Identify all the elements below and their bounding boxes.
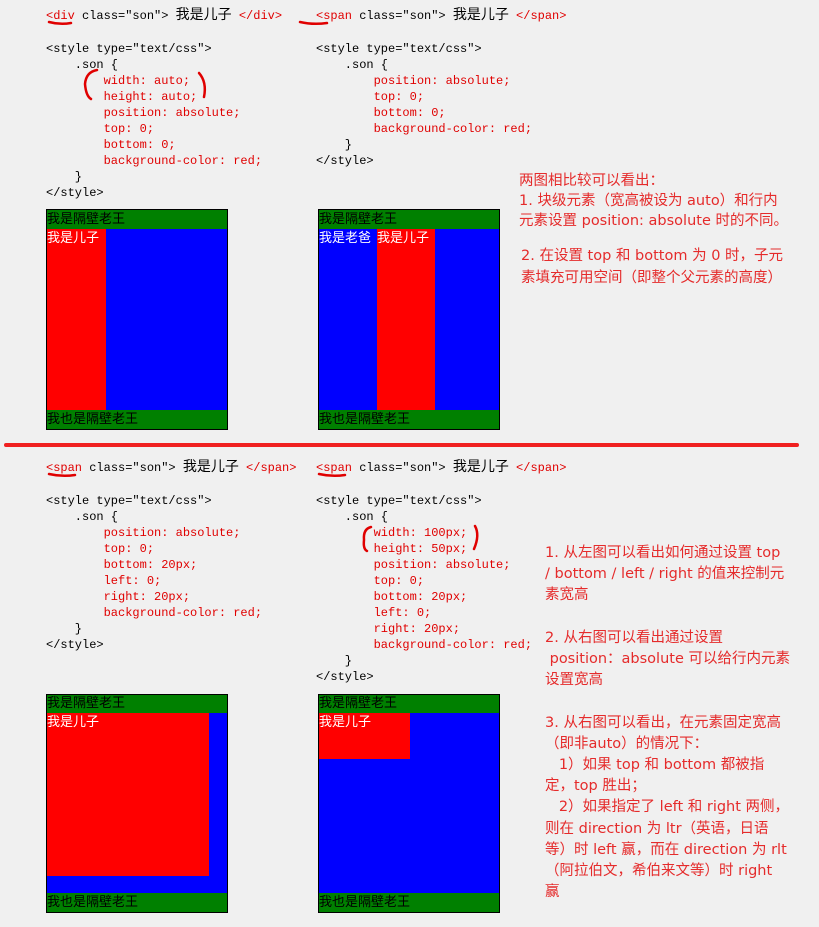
code-block-bottom-right: <span class="son"> 我是儿子 </span> <style ty… — [316, 457, 566, 685]
code-line: <style type="text/css"> — [316, 494, 482, 508]
demo-son: 我是儿子 — [47, 229, 106, 410]
code-block-top-left: <div class="son"> 我是儿子 </div> <style type… — [46, 5, 282, 201]
code-tag: <span — [46, 461, 83, 475]
code-line: width: auto; — [46, 74, 191, 88]
demo-header: 我是隔壁老王 — [47, 695, 227, 713]
note-bottom: 1. 从左图可以看出如何通过设置 top / bottom / left / r… — [545, 545, 790, 901]
note-top-1: 两图相比较可以看出： 1. 块级元素（宽高被设为 auto）和行内 元素设置 p… — [519, 173, 788, 229]
demo-top-right: 我是隔壁老王 我是老爸 我是儿子 我也是隔壁老王 — [318, 209, 500, 430]
code-close-tag: </span> — [508, 461, 567, 475]
code-line: background-color: red; — [46, 606, 263, 620]
code-line: top: 0; — [316, 574, 425, 588]
code-line: position: absolute; — [46, 526, 241, 540]
demo-footer: 我也是隔壁老王 — [47, 893, 227, 912]
demo-header: 我是隔壁老王 — [319, 210, 499, 229]
code-line: position: absolute; — [316, 558, 511, 572]
code-line: height: 50px; — [316, 542, 468, 556]
code-line: top: 0; — [46, 542, 155, 556]
demo-bottom-left: 我是隔壁老王 我是儿子 我也是隔壁老王 — [46, 694, 228, 913]
separator-line — [4, 443, 799, 447]
code-line: right: 20px; — [316, 622, 461, 636]
code-line: <span class="son"> 我是儿子 </span> — [316, 457, 566, 481]
demo-top-left: 我是隔壁老王 我是儿子 我也是隔壁老王 — [46, 209, 228, 430]
code-close-tag: </span> — [238, 461, 297, 475]
code-line: position: absolute; — [316, 74, 511, 88]
code-tag: <span — [316, 9, 353, 23]
demo-footer: 我也是隔壁老王 — [319, 893, 499, 912]
demo-footer: 我也是隔壁老王 — [47, 410, 227, 429]
code-content: 我是儿子 — [175, 7, 232, 23]
code-attr: class="son"> — [82, 461, 183, 475]
code-line: <style type="text/css"> — [316, 42, 482, 56]
code-line: height: auto; — [46, 90, 198, 104]
demo-dad: 我是老爸 — [319, 231, 372, 246]
code-block-bottom-left: <span class="son"> 我是儿子 </span> <style ty… — [46, 457, 296, 653]
demo-son: 我是儿子 — [377, 229, 435, 410]
note-top-2: 2. 在设置 top 和 bottom 为 0 时，子元 素填充可用空间（即整个… — [521, 248, 784, 286]
code-line: } — [46, 622, 83, 636]
code-content: 我是儿子 — [452, 459, 509, 475]
code-line: .son { — [46, 510, 119, 524]
code-line: <style type="text/css"> — [46, 42, 212, 56]
code-line: top: 0; — [316, 90, 425, 104]
code-content: 我是儿子 — [182, 459, 239, 475]
code-line: position: absolute; — [46, 106, 241, 120]
code-line: background-color: red; — [316, 638, 533, 652]
demo-son: 我是儿子 — [319, 713, 410, 759]
code-attr: class="son"> — [352, 9, 453, 23]
code-tag: <div — [46, 9, 75, 23]
code-line: width: 100px; — [316, 526, 468, 540]
code-close-tag: </div> — [231, 9, 283, 23]
code-line: bottom: 20px; — [316, 590, 468, 604]
code-line: } — [316, 138, 353, 152]
code-line: <style type="text/css"> — [46, 494, 212, 508]
code-line: </style> — [316, 670, 374, 684]
code-line: bottom: 20px; — [46, 558, 198, 572]
code-line: right: 20px; — [46, 590, 191, 604]
code-line: left: 0; — [316, 606, 432, 620]
code-attr: class="son"> — [74, 9, 176, 23]
code-block-top-right: <span class="son"> 我是儿子 </span> <style ty… — [316, 5, 566, 169]
code-line: left: 0; — [46, 574, 162, 588]
code-line: </style> — [316, 154, 374, 168]
code-line: background-color: red; — [316, 122, 533, 136]
code-line: <span class="son"> 我是儿子 </span> — [46, 457, 296, 481]
demo-header: 我是隔壁老王 — [319, 695, 499, 713]
code-line: </style> — [46, 186, 104, 200]
code-line: background-color: red; — [46, 154, 263, 168]
code-close-tag: </span> — [508, 9, 567, 23]
code-line: } — [316, 654, 353, 668]
demo-footer: 我也是隔壁老王 — [319, 410, 499, 429]
code-line: .son { — [316, 58, 389, 72]
code-line: top: 0; — [46, 122, 155, 136]
code-attr: class="son"> — [352, 461, 453, 475]
demo-son: 我是儿子 — [47, 713, 209, 876]
code-content: 我是儿子 — [452, 7, 509, 23]
code-line: <div class="son"> 我是儿子 </div> — [46, 5, 282, 29]
code-line: </style> — [46, 638, 104, 652]
demo-header: 我是隔壁老王 — [47, 210, 227, 229]
code-line: } — [46, 170, 83, 184]
code-line: .son { — [316, 510, 389, 524]
code-line: bottom: 0; — [46, 138, 176, 152]
code-line: <span class="son"> 我是儿子 </span> — [316, 5, 566, 29]
code-line: .son { — [46, 58, 119, 72]
code-tag: <span — [316, 461, 353, 475]
code-line: bottom: 0; — [316, 106, 446, 120]
demo-bottom-right: 我是隔壁老王 我是儿子 我也是隔壁老王 — [318, 694, 500, 913]
